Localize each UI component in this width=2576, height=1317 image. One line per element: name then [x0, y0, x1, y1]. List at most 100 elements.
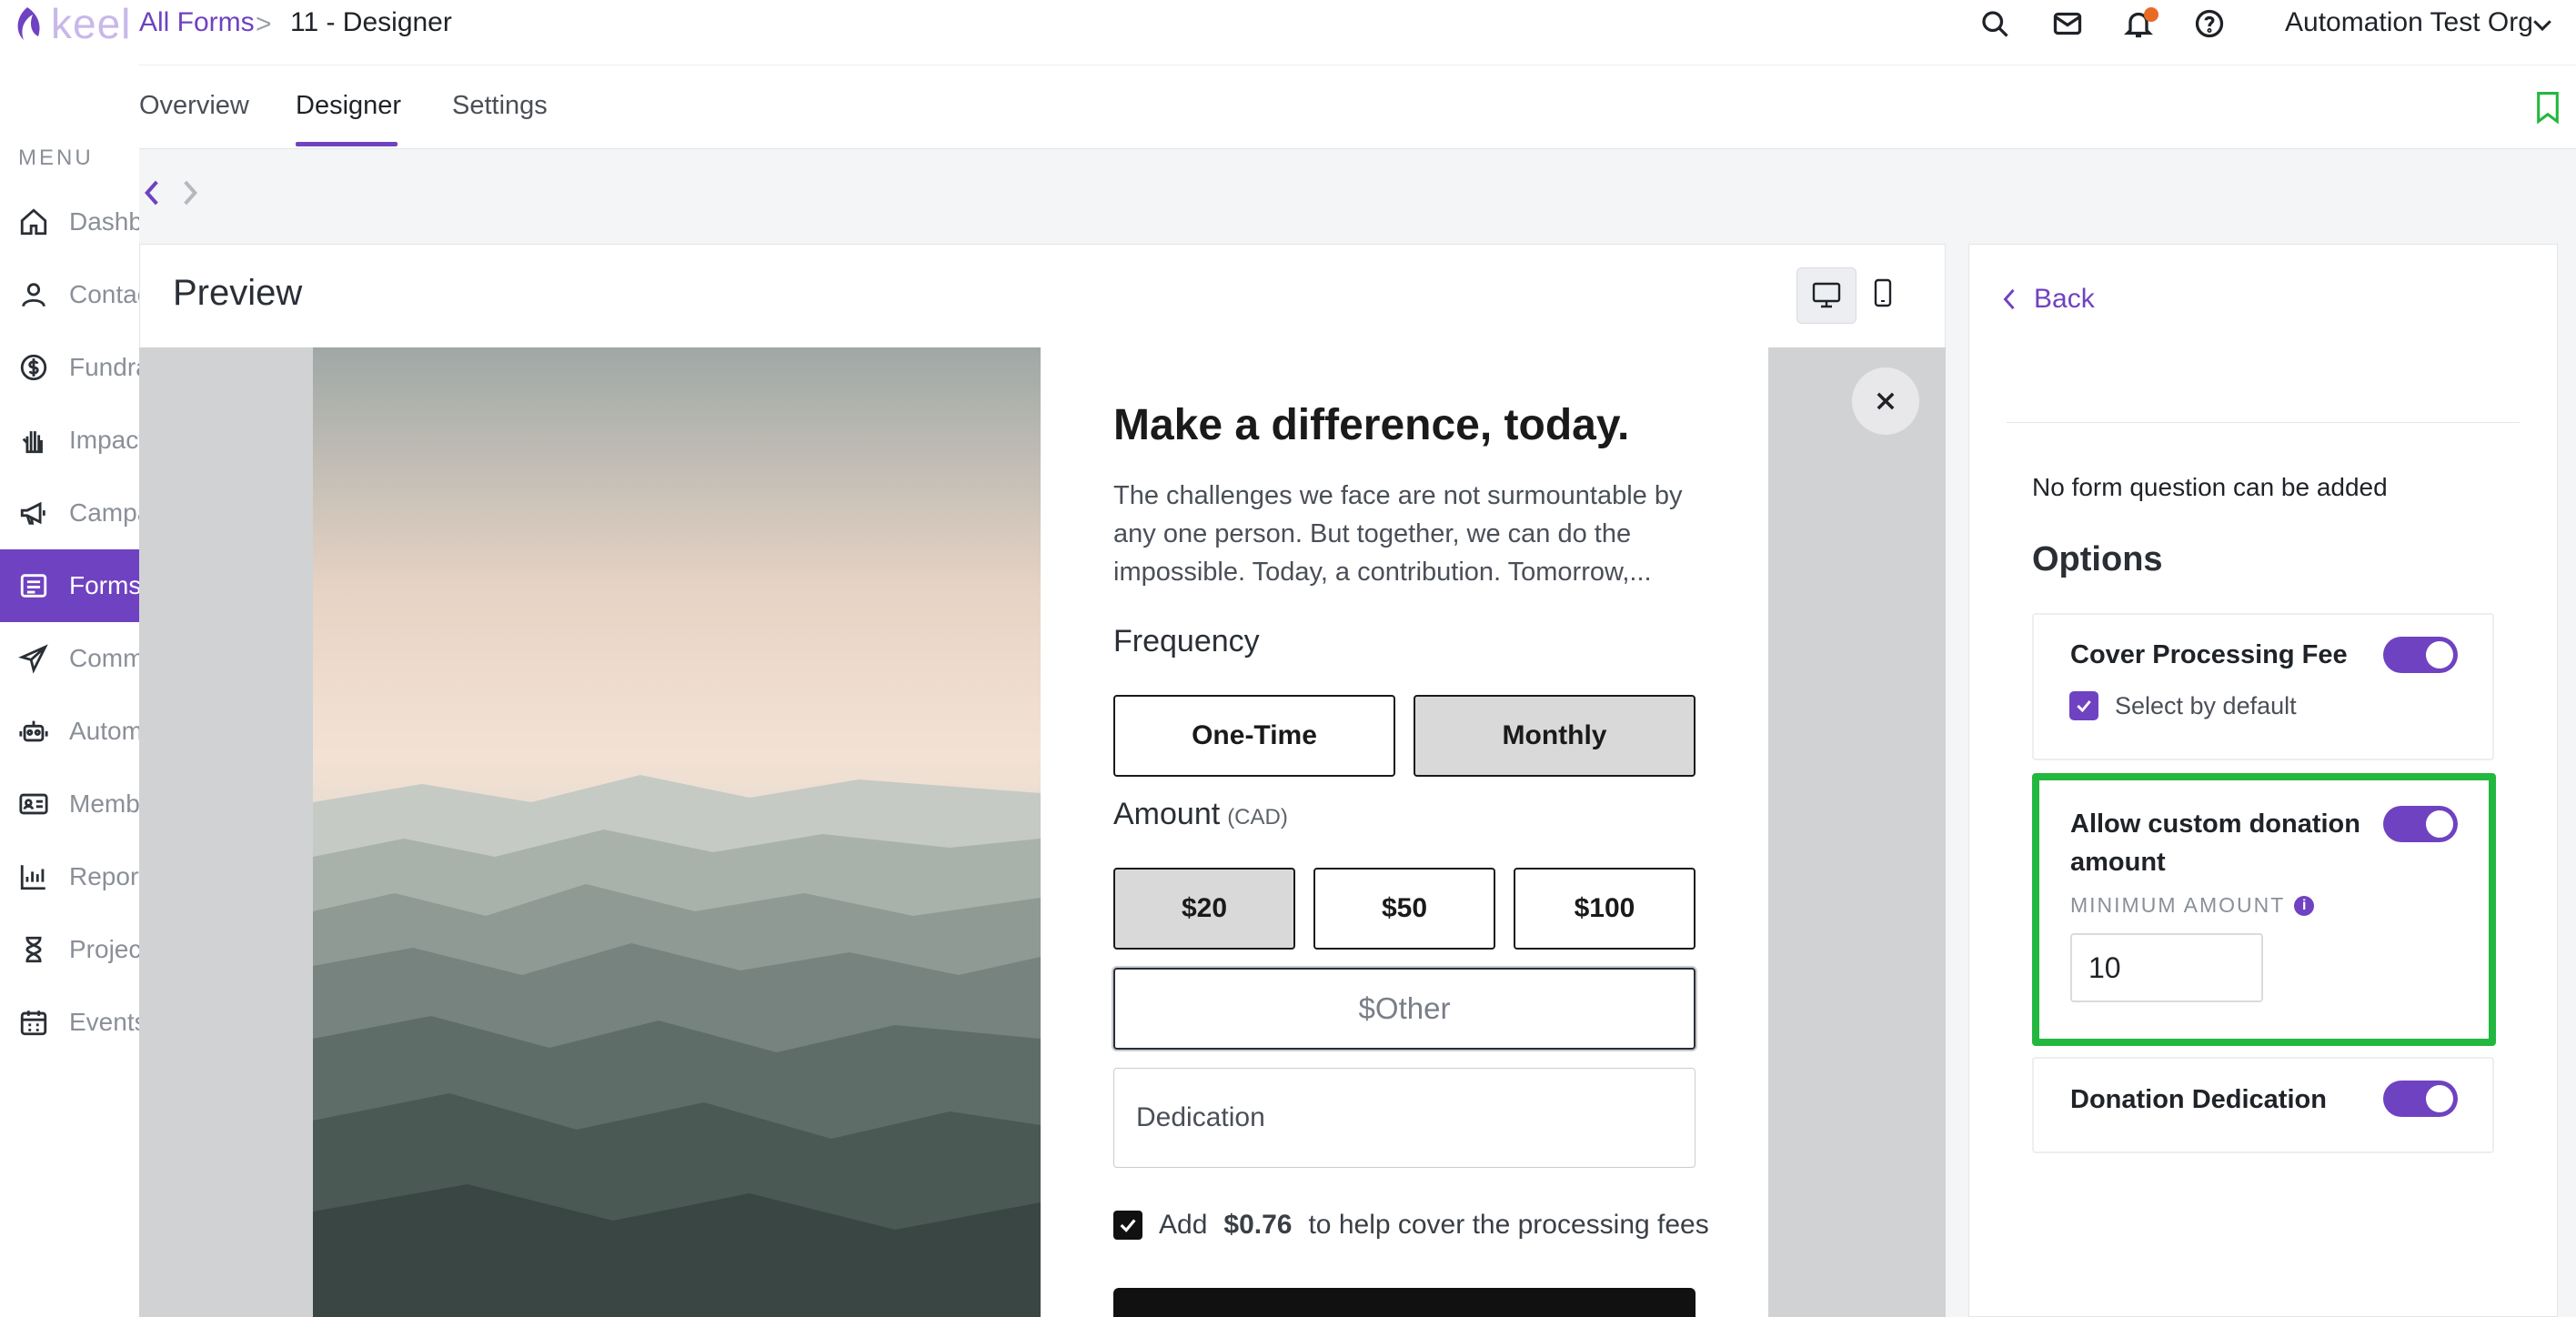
dollar-circle-icon [20, 354, 47, 381]
sidebar-item-communications[interactable]: Communications [0, 622, 139, 695]
no-question-notice: No form question can be added [2032, 473, 2388, 501]
sidebar-item-impact[interactable]: Impact [0, 404, 139, 477]
tab-designer[interactable]: Designer [296, 91, 401, 121]
dedication-input[interactable]: Dedication [1113, 1068, 1696, 1168]
close-preview-button[interactable] [1852, 367, 1919, 435]
processing-fee-checkbox[interactable] [1113, 1211, 1142, 1240]
select-by-default-checkbox[interactable] [2069, 691, 2098, 720]
active-tab-indicator [296, 142, 397, 146]
robot-icon [19, 720, 48, 742]
amount-50-button[interactable]: $50 [1313, 868, 1495, 950]
history-nav [141, 178, 201, 207]
mobile-view-icon[interactable] [1869, 275, 1897, 313]
info-icon[interactable]: i [2294, 895, 2315, 916]
select-by-default-row: Select by default [2069, 691, 2297, 720]
minimum-amount-input[interactable]: 10 [2070, 933, 2263, 1002]
sidebar-item-label: Reports [69, 862, 139, 890]
sidebar-item-label: Events [69, 1008, 139, 1036]
breadcrumb-separator: > [256, 9, 272, 39]
chevron-down-icon[interactable] [2529, 11, 2556, 38]
frequency-one-time-button[interactable]: One-Time [1113, 695, 1395, 777]
messages-button[interactable] [2051, 7, 2084, 40]
tab-settings[interactable]: Settings [452, 91, 548, 121]
sidebar-item-forms[interactable]: Forms [0, 549, 139, 622]
person-icon [22, 283, 45, 307]
menu-title: MENU [18, 146, 94, 170]
sidebar-item-contacts[interactable]: Contacts [0, 258, 139, 331]
search-icon [1982, 11, 2008, 37]
app-logo[interactable]: keel [11, 0, 131, 47]
sidebar-item-label: Automations [69, 717, 139, 745]
cover-fee-toggle[interactable] [2383, 637, 2458, 673]
bar-chart-icon [20, 865, 45, 890]
minimum-amount-label: MINIMUM AMOUNT i [2070, 893, 2315, 918]
chevron-left-icon[interactable] [141, 178, 163, 207]
tab-overview[interactable]: Overview [139, 91, 249, 121]
amount-100-button[interactable]: $100 [1514, 868, 1696, 950]
back-button[interactable]: Back [2001, 284, 2095, 315]
sidebar-item-label: Communications [69, 644, 139, 672]
help-icon [2195, 9, 2224, 38]
breadcrumb-all-forms[interactable]: All Forms [139, 7, 255, 38]
fee-prefix: Add [1159, 1210, 1208, 1240]
mail-icon [2053, 12, 2082, 35]
sidebar-item-dashboard[interactable]: Dashboard [0, 186, 139, 258]
list-icon [20, 574, 47, 598]
sidebar-item-projects[interactable]: Projects [0, 913, 139, 986]
logo-icon [17, 7, 40, 40]
desktop-view-button[interactable] [1796, 267, 1857, 324]
custom-amount-label: Allow custom donation amount [2070, 809, 2360, 877]
sidebar-item-label: Contacts [69, 280, 139, 308]
sidebar-item-label: Fundraising [69, 353, 139, 381]
dedication-toggle[interactable] [2383, 1081, 2458, 1117]
help-button[interactable] [2193, 7, 2226, 40]
form-hero-image [313, 347, 1041, 1317]
sidebar: keel MENU Dashboard Contacts Fundraising… [0, 0, 139, 1317]
chevron-right-icon[interactable] [179, 178, 201, 207]
notification-badge [2144, 7, 2158, 22]
fee-amount: $0.76 [1223, 1210, 1293, 1240]
sidebar-item-automations[interactable]: Automations [0, 695, 139, 768]
donate-submit-button[interactable] [1113, 1288, 1696, 1317]
sidebar-item-reports[interactable]: Reports [0, 840, 139, 913]
sidebar-item-label: Forms [69, 571, 139, 599]
check-icon [1120, 1219, 1136, 1232]
sidebar-item-label: Campaigns [69, 498, 139, 527]
frequency-monthly-button[interactable]: Monthly [1414, 695, 1696, 777]
sidebar-item-label: Projects [69, 935, 139, 963]
processing-fee-row: Add $0.76 to help cover the processing f… [1113, 1210, 1709, 1241]
hand-icon [22, 431, 43, 454]
amount-currency: (CAD) [1227, 805, 1288, 829]
sidebar-item-memberships[interactable]: Memberships [0, 768, 139, 840]
logo-text: keel [51, 0, 132, 47]
amount-label: Amount (CAD) [1113, 797, 1288, 832]
close-icon [1877, 392, 1895, 410]
cover-fee-label: Cover Processing Fee [2070, 640, 2348, 669]
custom-amount-toggle[interactable] [2383, 806, 2458, 842]
calendar-icon [20, 1010, 47, 1036]
sidebar-item-events[interactable]: Events [0, 986, 139, 1059]
form-description: The challenges we face are not surmounta… [1113, 481, 1683, 587]
minimum-amount-label-text: MINIMUM AMOUNT [2070, 893, 2286, 917]
sidebar-item-label: Impact [69, 426, 139, 454]
sidebar-item-fundraising[interactable]: Fundraising [0, 331, 139, 404]
select-by-default-label: Select by default [2115, 691, 2297, 719]
other-amount-input[interactable]: $Other [1113, 968, 1696, 1050]
sidebar-item-campaigns[interactable]: Campaigns [0, 477, 139, 549]
megaphone-icon [20, 501, 45, 525]
dedication-label: Donation Dedication [2070, 1085, 2327, 1114]
bookmark-icon[interactable] [2533, 91, 2562, 124]
desktop-icon [1812, 282, 1841, 308]
chevron-left-icon [2003, 288, 2015, 310]
org-switcher[interactable]: Automation Test Org [2285, 7, 2533, 38]
amount-20-button[interactable]: $20 [1113, 868, 1295, 950]
back-label: Back [2034, 284, 2095, 314]
check-icon [2077, 700, 2091, 713]
form-title: Make a difference, today. [1113, 401, 1630, 449]
paper-plane-icon [18, 644, 48, 674]
sidebar-item-label: Dashboard [69, 207, 139, 236]
breadcrumb-current: 11 - Designer [290, 7, 452, 37]
search-button[interactable] [1978, 7, 2011, 40]
divider [2007, 422, 2520, 423]
preview-title: Preview [173, 273, 303, 313]
